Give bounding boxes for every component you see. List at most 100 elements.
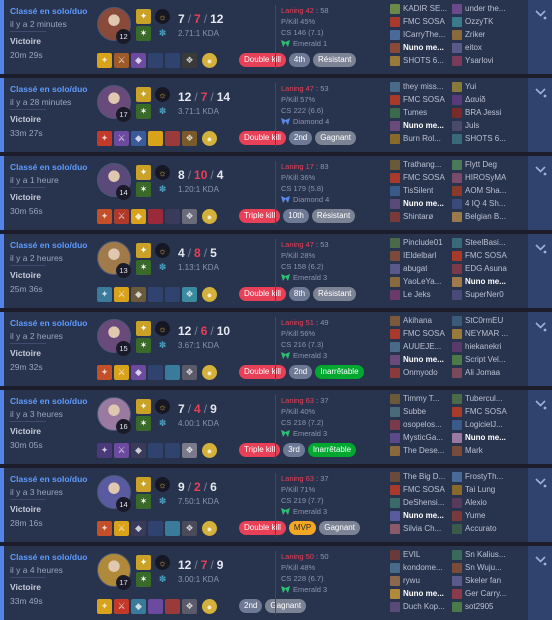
item-icon[interactable] (165, 521, 180, 536)
item-icon[interactable]: ✦ (97, 131, 112, 146)
summoner-spell-flash-icon[interactable]: ✦ (136, 87, 151, 102)
expand-match-button[interactable] (528, 546, 552, 620)
match-card[interactable]: Classé en solo/duo il y a 1 heure Victoi… (0, 156, 552, 230)
item-icon[interactable] (165, 365, 180, 380)
player-row[interactable]: 4 IQ 4 Sh... (452, 197, 518, 210)
player-row[interactable]: Silvia Ch... (390, 522, 456, 535)
secondary-rune-icon[interactable]: ✽ (155, 260, 170, 275)
player-name[interactable]: Le Jeks (403, 290, 431, 299)
player-name[interactable]: Trathang... (403, 160, 441, 169)
player-name[interactable]: ICarryThe... (403, 30, 445, 39)
player-row[interactable]: Shintarø (390, 210, 456, 223)
player-row[interactable]: Ali Jomaa (452, 366, 518, 379)
player-name[interactable]: IEldelbarl (403, 251, 436, 260)
player-name[interactable]: The Dese... (403, 446, 444, 455)
player-row[interactable]: FMC SOSA (390, 15, 456, 28)
player-row[interactable]: Le Jeks (390, 288, 456, 301)
item-icon[interactable]: ✦ (97, 599, 112, 614)
player-row[interactable]: ICarryThe... (390, 28, 456, 41)
player-name[interactable]: Skeler fan (465, 576, 501, 585)
item-icon[interactable]: ◆ (131, 599, 146, 614)
empty-item-slot[interactable] (148, 365, 163, 380)
player-name[interactable]: FMC SOSA (403, 173, 445, 182)
player-row[interactable]: KADIR SE... (390, 2, 456, 15)
trinket-ward-icon[interactable]: ● (202, 53, 217, 68)
player-name[interactable]: Alexio (465, 498, 487, 507)
empty-item-slot[interactable] (165, 287, 180, 302)
player-row[interactable]: TisSilent (390, 184, 456, 197)
player-name[interactable]: MysticGa... (403, 433, 443, 442)
player-row[interactable]: FrostyTh... (452, 470, 518, 483)
player-name[interactable]: FrostyTh... (465, 472, 503, 481)
expand-match-button[interactable] (528, 390, 552, 464)
item-icon[interactable]: ✦ (97, 443, 112, 458)
expand-match-button[interactable] (528, 78, 552, 152)
match-card[interactable]: Classé en solo/duo il y a 2 heures Victo… (0, 312, 552, 386)
player-name[interactable]: FMC SOSA (403, 485, 445, 494)
player-name[interactable]: Script Vel... (465, 355, 505, 364)
trinket-ward-icon[interactable]: ● (202, 287, 217, 302)
player-name[interactable]: Onmyodo (403, 368, 438, 377)
item-icon[interactable]: ⚔ (114, 209, 129, 224)
player-row[interactable]: Zriker (452, 28, 518, 41)
player-row[interactable]: Akihana (390, 314, 456, 327)
keystone-rune-icon[interactable]: ☼ (155, 87, 170, 102)
player-row[interactable]: MysticGa... (390, 431, 456, 444)
player-row[interactable]: Mark (452, 444, 518, 457)
player-name[interactable]: Sn Kalius... (465, 550, 505, 559)
player-name[interactable]: SteelBasi... (465, 238, 505, 247)
player-name[interactable]: OzzyTK (465, 17, 493, 26)
item-icon[interactable]: ◆ (131, 287, 146, 302)
player-name[interactable]: Accurato (465, 524, 497, 533)
player-name[interactable]: kondome... (403, 563, 443, 572)
player-row[interactable]: Nuno me... (390, 119, 456, 132)
item-icon[interactable]: ✦ (97, 209, 112, 224)
player-row[interactable]: Nuno me... (452, 275, 518, 288)
expand-match-button[interactable] (528, 0, 552, 74)
summoner-spell-secondary-icon[interactable]: ✶ (136, 26, 151, 41)
player-row[interactable]: The Dese... (390, 444, 456, 457)
item-icon[interactable]: ❖ (182, 287, 197, 302)
player-row[interactable]: AUUEJE... (390, 340, 456, 353)
player-row[interactable]: NEYMAR ... (452, 327, 518, 340)
keystone-rune-icon[interactable]: ☼ (155, 165, 170, 180)
secondary-rune-icon[interactable]: ✽ (155, 26, 170, 41)
empty-item-slot[interactable] (148, 287, 163, 302)
item-icon[interactable]: ⚔ (114, 599, 129, 614)
player-name[interactable]: Ger Carry... (465, 589, 506, 598)
player-row[interactable]: Yume (452, 509, 518, 522)
player-row[interactable]: FMC SOSA (390, 93, 456, 106)
summoner-spell-flash-icon[interactable]: ✦ (136, 477, 151, 492)
player-row[interactable]: eitox (452, 41, 518, 54)
player-name[interactable]: FMC SOSA (403, 329, 445, 338)
player-name[interactable]: abugat (403, 264, 427, 273)
match-card[interactable]: Classé en solo/duo il y a 2 minutes Vict… (0, 0, 552, 74)
secondary-rune-icon[interactable]: ✽ (155, 338, 170, 353)
player-row[interactable]: FMC SOSA (452, 249, 518, 262)
player-name[interactable]: The Big D... (403, 472, 445, 481)
player-name[interactable]: Timmy T... (403, 394, 439, 403)
item-icon[interactable]: ⚔ (114, 443, 129, 458)
item-icon[interactable]: ⚔ (114, 287, 129, 302)
player-name[interactable]: FMC SOSA (403, 17, 445, 26)
player-row[interactable]: FMC SOSA (390, 327, 456, 340)
player-name[interactable]: EVIL (403, 550, 420, 559)
player-row[interactable]: FMC SOSA (390, 483, 456, 496)
item-icon[interactable]: ◆ (131, 209, 146, 224)
player-row[interactable]: Burn Rol... (390, 132, 456, 145)
player-name[interactable]: HIROSyMA (465, 173, 506, 182)
player-row[interactable]: SteelBasi... (452, 236, 518, 249)
item-icon[interactable]: ⚔ (114, 521, 129, 536)
player-row[interactable]: Subbe (390, 405, 456, 418)
player-name[interactable]: YaoLeYa... (403, 277, 441, 286)
summoner-spell-secondary-icon[interactable]: ✶ (136, 572, 151, 587)
empty-item-slot[interactable] (165, 443, 180, 458)
expand-match-button[interactable] (528, 312, 552, 386)
player-name[interactable]: Ali Jomaa (465, 368, 500, 377)
player-name[interactable]: DeShensi... (403, 498, 444, 507)
player-name[interactable]: Ysarlovi (465, 56, 493, 65)
player-row[interactable]: under the... (452, 2, 518, 15)
keystone-rune-icon[interactable]: ☼ (155, 477, 170, 492)
secondary-rune-icon[interactable]: ✽ (155, 104, 170, 119)
player-name[interactable]: SuperNer0 (465, 290, 504, 299)
